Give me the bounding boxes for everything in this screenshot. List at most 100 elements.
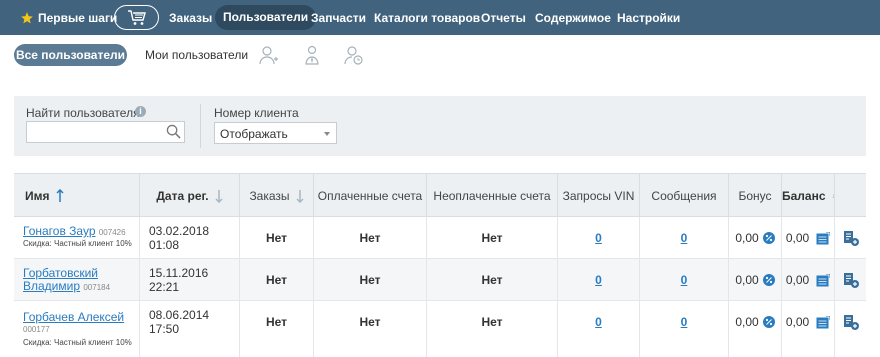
user-name-cell: Горбачев Алексей 000177 Скидка: Частный … [14,301,140,357]
first-steps-link[interactable]: Первые шаги [20,9,117,27]
sort-desc-icon [831,194,834,199]
add-document-icon[interactable] [843,314,859,330]
percent-icon[interactable] [762,232,775,244]
header-messages: Сообщения [640,174,729,218]
add-user-icon[interactable] [259,44,279,66]
sort-asc-icon [55,189,64,202]
table-row: Горбатовский Владимир 007184 15.11.2016 … [14,259,866,301]
header-vin: Запросы VIN [558,174,640,218]
add-document-icon[interactable] [843,230,859,246]
cart-button[interactable] [114,5,159,30]
nav-catalogs[interactable]: Каталоги товаров [374,9,480,27]
chevron-down-icon [324,132,330,136]
unpaid-value: Нет [427,301,558,357]
user-id: 000177 [23,325,50,334]
cart-icon [127,9,146,25]
users-table: Имя Дата рег. Заказы Оплаченные счета Не… [14,173,866,357]
header-actions [835,174,866,218]
balance-cell: 0,00 [782,301,835,357]
user-name-cell: Горбатовский Владимир 007184 [14,259,140,301]
reg-date: 08.06.2014 17:50 [140,301,240,357]
actions-cell [835,217,866,259]
user-tie-icon[interactable] [302,44,322,66]
bonus-cell: 0,00 [729,301,782,357]
user-discount: Скидка: Частный клиент 10% [23,338,132,347]
tab-all-users[interactable]: Все пользователи [14,44,127,66]
header-orders[interactable]: Заказы [240,174,314,218]
vin-count-link[interactable]: 0 [595,273,602,287]
sort-desc-icon [215,190,223,203]
percent-icon[interactable] [762,274,775,286]
star-icon [21,12,33,24]
balance-value: 0,00 [785,231,810,245]
paid-value: Нет [314,301,427,357]
user-name-cell: Гонагов Заур 007426 Скидка: Частный клие… [14,217,140,259]
actions-cell [835,301,866,357]
nav-parts[interactable]: Запчасти [311,9,366,27]
paid-value: Нет [314,259,427,301]
bonus-cell: 0,00 [729,217,782,259]
header-unpaid: Неоплаченные счета [427,174,558,218]
messages-cell: 0 [640,217,729,259]
info-icon[interactable]: i [135,106,146,117]
user-name-link[interactable]: Гонагов Заур [23,224,96,238]
client-number-select[interactable]: Отображать [214,122,337,144]
paid-value: Нет [314,217,427,259]
reg-date: 15.11.2016 22:21 [140,259,240,301]
bonus-cell: 0,00 [729,259,782,301]
header-balance[interactable]: Баланс [782,174,835,218]
table-row: Горбачев Алексей 000177 Скидка: Частный … [14,301,866,357]
vin-count-link[interactable]: 0 [595,315,602,329]
balance-icon[interactable] [816,231,831,245]
sort-desc-icon [296,190,304,203]
orders-value: Нет [240,217,314,259]
top-navigation: Первые шаги Заказы Пользователи Запчасти… [0,0,880,35]
vin-cell: 0 [558,301,640,357]
header-name[interactable]: Имя [14,174,140,218]
first-steps-label: Первые шаги [38,11,118,25]
balance-icon[interactable] [816,273,831,287]
messages-count-link[interactable]: 0 [681,315,688,329]
find-user-label: Найти пользователя [26,106,140,120]
header-bonus: Бонус [729,174,782,218]
user-name-link[interactable]: Горбачев Алексей [23,310,124,324]
filter-divider [200,104,201,148]
tab-my-users[interactable]: Мои пользователи [145,48,248,62]
header-reg-date[interactable]: Дата рег. [140,174,240,218]
unpaid-value: Нет [427,259,558,301]
actions-cell [835,259,866,301]
nav-content[interactable]: Содержимое [535,9,611,27]
nav-users[interactable]: Пользователи [215,5,317,30]
user-discount: Скидка: Частный клиент 10% [23,239,132,248]
add-document-icon[interactable] [843,272,859,288]
bonus-value: 0,00 [735,231,759,245]
client-number-selected: Отображать [220,127,288,141]
balance-cell: 0,00 [782,217,835,259]
table-row: Гонагов Заур 007426 Скидка: Частный клие… [14,217,866,259]
messages-count-link[interactable]: 0 [681,231,688,245]
balance-value: 0,00 [785,315,810,329]
messages-cell: 0 [640,259,729,301]
search-icon[interactable] [166,124,181,139]
nav-reports[interactable]: Отчеты [481,9,526,27]
vin-count-link[interactable]: 0 [595,231,602,245]
bonus-value: 0,00 [735,273,759,287]
orders-value: Нет [240,259,314,301]
messages-count-link[interactable]: 0 [681,273,688,287]
table-header: Имя Дата рег. Заказы Оплаченные счета Не… [14,173,866,218]
bonus-value: 0,00 [735,315,759,329]
balance-icon[interactable] [816,315,831,329]
nav-orders[interactable]: Заказы [169,9,212,27]
user-name-link[interactable]: Горбатовский [23,266,98,280]
find-user-input[interactable] [26,121,185,143]
reg-date: 03.02.2018 01:08 [140,217,240,259]
percent-icon[interactable] [762,316,775,328]
user-name-link-second-line[interactable]: Владимир [23,279,80,293]
nav-settings[interactable]: Настройки [617,9,680,27]
balance-value: 0,00 [785,273,810,287]
user-id: 007426 [98,228,126,237]
unpaid-value: Нет [427,217,558,259]
vin-cell: 0 [558,259,640,301]
balance-cell: 0,00 [782,259,835,301]
user-clock-icon[interactable] [344,44,364,66]
